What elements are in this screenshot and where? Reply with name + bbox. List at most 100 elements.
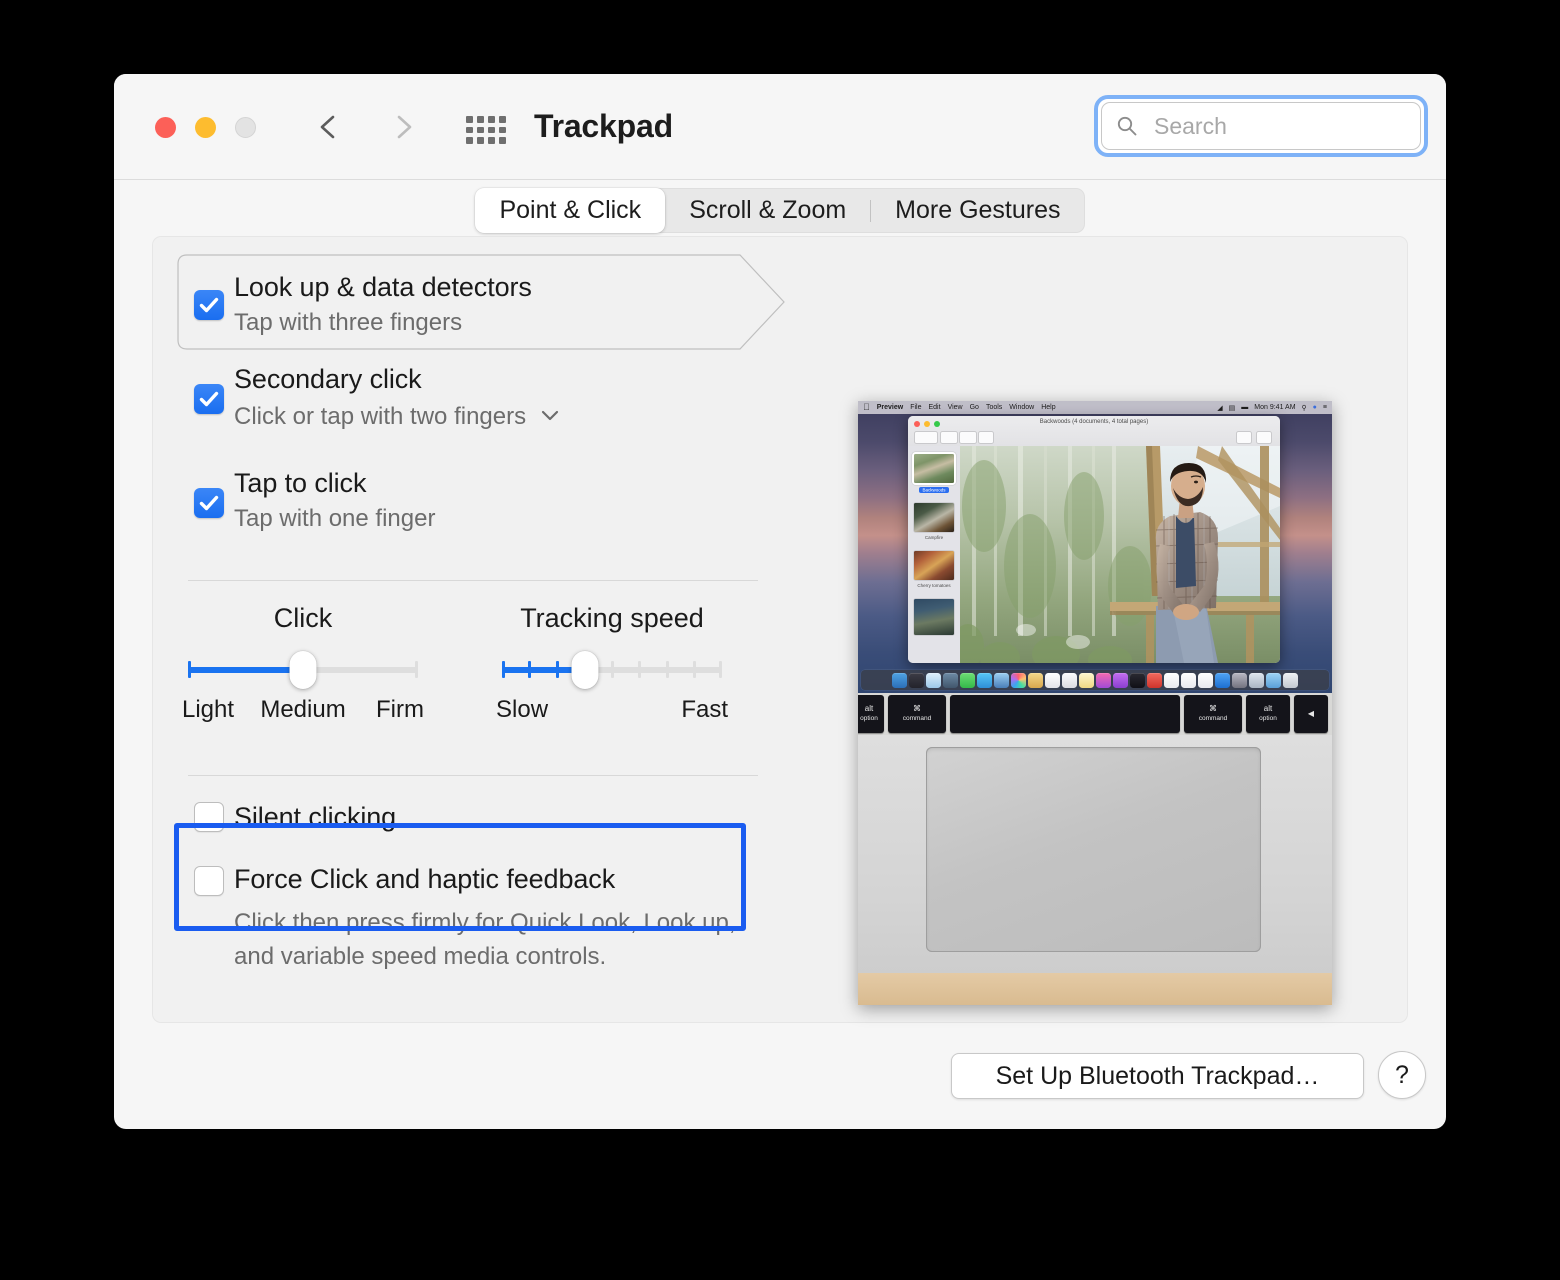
dock-safari-icon (926, 672, 941, 688)
battery-icon: ▬ (1241, 404, 1249, 411)
slider-click-labels: Light Medium Firm (182, 696, 424, 726)
option-row-secondary-click[interactable]: Secondary click Click or tap with two fi… (172, 362, 802, 438)
slider-min-label: Slow (496, 696, 549, 723)
slider-max-label: Firm (376, 696, 424, 723)
slider-max-label: Fast (681, 696, 728, 723)
demo-dock (861, 670, 1329, 690)
slider-tick (415, 661, 418, 678)
demo-photo-greenhouse (960, 446, 1280, 663)
demo-toolbar-zoomin-button (959, 431, 977, 444)
demo-desktop-wallpaper:  Preview File Edit View Go Tools Window… (858, 401, 1332, 693)
slider-click: Click Light Medium Firm (182, 603, 424, 726)
demo-key-top: alt (864, 704, 874, 714)
demo-thumbnail (914, 551, 954, 580)
chevron-right-icon (397, 115, 412, 139)
dock-finder-icon (892, 672, 907, 688)
force-click-highlight-annotation (174, 823, 746, 931)
slider-tick (188, 661, 191, 678)
tab-scroll-and-zoom[interactable]: Scroll & Zoom (665, 188, 870, 233)
dock-music-icon (1096, 672, 1111, 688)
slider-min-label: Light (182, 696, 235, 723)
zoom-button[interactable] (235, 117, 256, 138)
dock-facetime-icon (977, 672, 992, 688)
apple-logo-icon:  (863, 403, 870, 412)
show-all-grid-icon[interactable] (466, 116, 506, 144)
demo-menu-go: Go (962, 404, 979, 411)
slider-click-track[interactable] (188, 651, 418, 689)
checkbox-look-up[interactable] (194, 290, 224, 320)
demo-menu-edit: Edit (921, 404, 941, 411)
demo-trackpad-surface (926, 747, 1261, 952)
option-title: Secondary click (234, 364, 422, 394)
demo-key-bottom: option (860, 715, 878, 723)
demo-menu-tools: Tools (979, 404, 1002, 411)
page-title: Trackpad (534, 108, 673, 144)
demo-key-bottom: command (902, 715, 932, 723)
demo-key-command-left: ⌘ command (888, 695, 946, 733)
chevron-left-icon (320, 115, 335, 139)
demo-thumbnail-caption: Cherry tomatoes (917, 583, 951, 588)
dock-pages-icon (1198, 672, 1213, 688)
option-title: Look up & data detectors (234, 272, 532, 302)
option-subtitle-popup[interactable]: Click or tap with two fingers (234, 399, 802, 433)
minimize-button[interactable] (195, 117, 216, 138)
dock-reminders-icon (1062, 672, 1077, 688)
menu-icon: ≡ (1322, 404, 1327, 411)
checkmark-icon (199, 495, 219, 511)
demo-menu-help: Help (1034, 404, 1055, 411)
slider-track-fill (188, 667, 303, 673)
window-titlebar: Trackpad (114, 74, 1446, 180)
slider-tracking-speed: Tracking speed Slow Fast (496, 603, 728, 726)
demo-thumbnail (914, 503, 954, 532)
dock-photos-icon (1011, 672, 1026, 688)
slider-tracking-track[interactable] (502, 651, 722, 689)
option-row-look-up[interactable]: Look up & data detectors Tap with three … (172, 252, 790, 352)
demo-preview-sidebar: Backwoods Campfire Cherry tomatoes (908, 446, 960, 663)
control-center-icon: ▤ (1228, 404, 1236, 412)
dock-trash-icon (1283, 672, 1298, 688)
demo-key-arrow-left: ◀ (1294, 695, 1328, 733)
siri-icon: ● (1312, 404, 1317, 411)
dock-podcasts-icon (1113, 672, 1128, 688)
tab-more-gestures[interactable]: More Gestures (871, 188, 1084, 233)
demo-key-top: alt (1263, 704, 1273, 714)
sliders-group: Click Light Medium Firm Tracking speed S… (172, 603, 802, 753)
slider-tracking-thumb[interactable] (571, 651, 598, 689)
dock-folder-icon (1266, 672, 1281, 688)
slider-tick (638, 661, 641, 678)
help-button[interactable]: ? (1378, 1051, 1426, 1099)
back-button[interactable] (312, 110, 346, 144)
demo-menu-window: Window (1002, 404, 1034, 411)
search-field[interactable] (1101, 102, 1421, 150)
search-input[interactable] (1152, 103, 1410, 149)
demo-toolbar-markup-button (1236, 431, 1252, 444)
dock-messages-icon (960, 672, 975, 688)
demo-preview-titlebar: Backwoods (4 documents, 4 total pages) (908, 416, 1280, 447)
dock-appstore-icon (1215, 672, 1230, 688)
demo-key-top: ◀ (1307, 708, 1315, 718)
tab-point-and-click[interactable]: Point & Click (475, 188, 666, 233)
chevron-down-icon[interactable] (540, 399, 560, 431)
wifi-icon: ◢ (1217, 404, 1223, 412)
dock-maps-icon (994, 672, 1009, 688)
search-icon (1117, 116, 1137, 136)
settings-panel: Look up & data detectors Tap with three … (152, 236, 1408, 1023)
slider-tick (555, 661, 559, 678)
checkbox-tap-to-click[interactable] (194, 488, 224, 518)
demo-menu-file: File (903, 404, 921, 411)
forward-button[interactable] (386, 110, 420, 144)
option-subtitle: Tap with three fingers (234, 309, 463, 336)
option-description-line2: and variable speed media controls. (234, 943, 607, 970)
checkbox-secondary-click[interactable] (194, 384, 224, 414)
close-button[interactable] (155, 117, 176, 138)
dock-news-icon (1147, 672, 1162, 688)
slider-tick (610, 661, 614, 678)
setup-bluetooth-trackpad-button[interactable]: Set Up Bluetooth Trackpad… (951, 1053, 1364, 1099)
slider-tick (693, 661, 696, 678)
trackpad-demo-video:  Preview File Edit View Go Tools Window… (858, 401, 1332, 1005)
slider-tick (665, 661, 669, 678)
slider-click-thumb[interactable] (289, 651, 317, 689)
option-row-tap-to-click[interactable]: Tap to click Tap with one finger (172, 466, 802, 542)
dock-launchpad-icon (909, 672, 924, 688)
dock-notes-icon (1079, 672, 1094, 688)
